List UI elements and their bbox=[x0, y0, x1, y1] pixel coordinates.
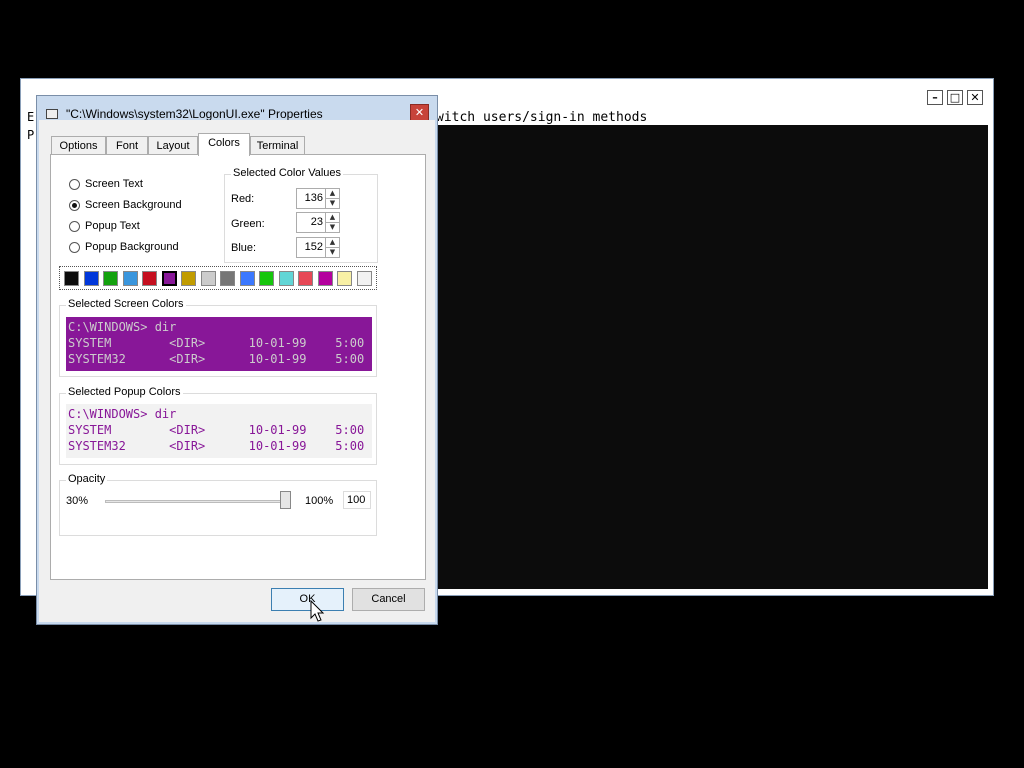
properties-dialog: "C:\Windows\system32\LogonUI.exe" Proper… bbox=[36, 95, 438, 625]
selected-screen-colors-group: Selected Screen Colors C:\WINDOWS> dir SY… bbox=[59, 298, 377, 377]
red-label: Red: bbox=[231, 193, 255, 205]
colors-tab-panel: Screen Text Screen Background Popup Text… bbox=[50, 154, 426, 580]
radio-circle bbox=[69, 221, 80, 232]
color-swatch[interactable] bbox=[181, 271, 196, 286]
console-text-fragment: P bbox=[27, 128, 35, 142]
color-swatch[interactable] bbox=[83, 271, 99, 286]
selected-color-values-group: Selected Color Values Red: 136 ▲ ▼ Green… bbox=[224, 167, 378, 263]
cancel-button[interactable]: Cancel bbox=[352, 588, 425, 611]
red-spinner[interactable]: 136 ▲ ▼ bbox=[296, 188, 340, 209]
tab-colors[interactable]: Colors bbox=[198, 133, 250, 156]
console-text-fragment: E bbox=[27, 110, 35, 124]
color-swatch[interactable] bbox=[337, 271, 352, 286]
preview-line: SYSTEM <DIR> 10-01-99 5:00 bbox=[68, 336, 365, 350]
group-label: Selected Popup Colors bbox=[66, 386, 183, 398]
tab-options[interactable]: Options bbox=[51, 136, 106, 155]
group-label: Selected Color Values bbox=[231, 167, 344, 179]
spin-down-icon[interactable]: ▼ bbox=[325, 223, 339, 232]
dialog-client-area: Options Font Layout Colors Terminal Scre… bbox=[39, 120, 435, 622]
color-swatch[interactable] bbox=[161, 271, 177, 286]
color-swatch[interactable] bbox=[356, 271, 372, 286]
blue-spinner[interactable]: 152 ▲ ▼ bbox=[296, 237, 340, 258]
radio-label: Popup Text bbox=[85, 220, 140, 232]
color-swatch[interactable] bbox=[259, 271, 274, 286]
screen-colors-preview: C:\WINDOWS> dir SYSTEM <DIR> 10-01-99 5:0… bbox=[66, 317, 372, 371]
opacity-group: Opacity 30% 100% 100 bbox=[59, 473, 377, 536]
blue-label: Blue: bbox=[231, 242, 257, 254]
spin-down-icon[interactable]: ▼ bbox=[325, 199, 339, 208]
opacity-slider-thumb[interactable] bbox=[280, 491, 291, 509]
preview-line: C:\WINDOWS> dir bbox=[68, 320, 177, 334]
opacity-min-label: 30% bbox=[66, 495, 89, 507]
maximize-icon: □ bbox=[949, 91, 961, 104]
mouse-cursor-icon bbox=[310, 600, 325, 622]
radio-circle bbox=[69, 200, 80, 211]
maximize-button[interactable]: □ bbox=[947, 90, 963, 105]
preview-line: C:\WINDOWS> dir bbox=[68, 407, 177, 421]
dialog-title: "C:\Windows\system32\LogonUI.exe" Proper… bbox=[66, 107, 323, 121]
color-swatch[interactable] bbox=[103, 271, 118, 286]
selected-popup-colors-group: Selected Popup Colors C:\WINDOWS> dir SYS… bbox=[59, 386, 377, 465]
ok-button[interactable]: OK bbox=[271, 588, 344, 611]
color-swatch[interactable] bbox=[278, 271, 294, 286]
red-value[interactable]: 136 bbox=[297, 189, 326, 208]
console-command-text: witch users/sign-in methods bbox=[436, 110, 648, 125]
blue-value[interactable]: 152 bbox=[297, 238, 326, 257]
close-button[interactable]: ✕ bbox=[967, 90, 983, 105]
color-swatch[interactable] bbox=[64, 271, 79, 286]
green-label: Green: bbox=[231, 218, 265, 230]
color-swatch[interactable] bbox=[200, 271, 216, 286]
minimize-button[interactable]: – bbox=[927, 90, 943, 105]
console-window-icon bbox=[46, 109, 58, 119]
opacity-max-label: 100% bbox=[305, 495, 334, 507]
radio-label: Screen Background bbox=[85, 199, 182, 211]
color-swatch[interactable] bbox=[220, 271, 235, 286]
spin-up-icon[interactable]: ▲ bbox=[325, 189, 339, 199]
preview-line: SYSTEM32 <DIR> 10-01-99 5:00 bbox=[68, 352, 365, 366]
radio-circle bbox=[69, 242, 80, 253]
tab-terminal[interactable]: Terminal bbox=[250, 136, 305, 155]
preview-line: SYSTEM32 <DIR> 10-01-99 5:00 bbox=[68, 439, 365, 453]
console-terminal-area[interactable] bbox=[433, 125, 988, 589]
tab-layout[interactable]: Layout bbox=[148, 136, 198, 155]
group-label: Selected Screen Colors bbox=[66, 298, 186, 310]
color-swatch[interactable] bbox=[317, 271, 333, 286]
radio-label: Screen Text bbox=[85, 178, 143, 190]
green-value[interactable]: 23 bbox=[297, 213, 326, 232]
color-swatch[interactable] bbox=[142, 271, 157, 286]
radio-label: Popup Background bbox=[85, 241, 179, 253]
minimize-icon: – bbox=[932, 91, 938, 104]
opacity-slider-track[interactable] bbox=[105, 500, 291, 503]
color-swatch[interactable] bbox=[298, 271, 313, 286]
color-swatch[interactable] bbox=[239, 271, 255, 286]
spin-down-icon[interactable]: ▼ bbox=[325, 248, 339, 257]
color-swatch[interactable] bbox=[122, 271, 138, 286]
tab-font[interactable]: Font bbox=[106, 136, 148, 155]
spin-up-icon[interactable]: ▲ bbox=[325, 238, 339, 248]
color-palette bbox=[59, 266, 377, 290]
popup-colors-preview: C:\WINDOWS> dir SYSTEM <DIR> 10-01-99 5:0… bbox=[66, 404, 372, 458]
radio-circle bbox=[69, 179, 80, 190]
close-icon: ✕ bbox=[970, 91, 980, 104]
green-spinner[interactable]: 23 ▲ ▼ bbox=[296, 212, 340, 233]
close-icon: ✕ bbox=[414, 106, 425, 119]
opacity-value-field[interactable]: 100 bbox=[343, 491, 371, 509]
preview-line: SYSTEM <DIR> 10-01-99 5:00 bbox=[68, 423, 365, 437]
group-label: Opacity bbox=[66, 473, 108, 485]
spin-up-icon[interactable]: ▲ bbox=[325, 213, 339, 223]
